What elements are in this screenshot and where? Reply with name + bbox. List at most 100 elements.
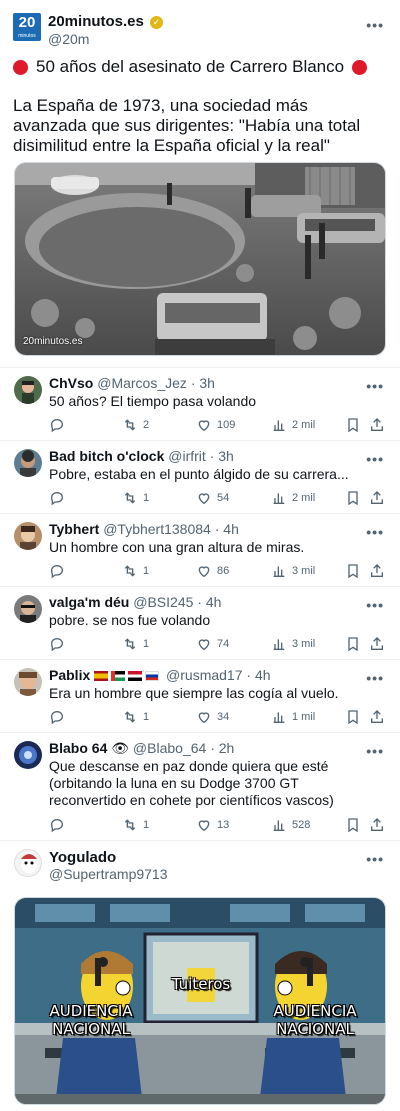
avatar[interactable] [14,522,42,550]
repost-button[interactable]: 1 [122,636,149,652]
like-button[interactable]: 109 [196,417,235,433]
views-button[interactable]: 3 mil [271,563,315,579]
reply-more-icon[interactable]: ••• [366,851,384,867]
reply-button[interactable] [49,417,70,433]
avatar[interactable] [14,741,42,769]
reply-handle-line[interactable]: @Supertramp9713 [49,866,168,882]
reply-2[interactable]: Bad bitch o'clock @irfrit · 3h ••• Pobre… [0,440,400,513]
bookmark-button[interactable] [345,709,361,725]
reply-text: Un hombre con una gran altura de miras. [49,539,305,555]
reply-author[interactable]: Blabo 64 👁 @Blabo_64 · 2h [49,740,234,757]
reply-handle[interactable]: @irfrit [168,448,206,464]
reply-time[interactable]: 3h [218,448,234,464]
like-button[interactable]: 86 [196,563,229,579]
20minutos-logo[interactable]: 20 minutos [13,13,41,41]
reply-author[interactable]: Pablix @rusmad17 · 4h [49,667,271,683]
avatar[interactable] [14,849,42,877]
reply-name[interactable]: Yogulado [49,849,116,866]
post-author[interactable]: 20minutos.es ✓ [48,13,164,30]
reply-button[interactable] [49,817,70,833]
reply-6[interactable]: Blabo 64 👁 @Blabo_64 · 2h ••• Que descan… [0,732,400,840]
share-button[interactable] [369,636,385,652]
post-lead-text: La España de 1973, una sociedad más avan… [13,96,361,155]
reply-handle[interactable]: @Blabo_64 [133,740,206,756]
share-button[interactable] [369,490,385,506]
repost-button[interactable]: 2 [122,417,149,433]
reply-time[interactable]: 4h [223,521,239,537]
bookmark-button[interactable] [345,636,361,652]
share-button[interactable] [369,709,385,725]
reply-handle[interactable]: @BSI245 [133,594,193,610]
reply-5[interactable]: Pablix @rusmad17 · 4h ••• Era un hombre … [0,659,400,732]
reply-more-icon[interactable]: ••• [366,524,384,540]
share-button[interactable] [369,417,385,433]
reply-handle[interactable]: @rusmad17 [166,667,242,683]
reply-more-icon[interactable]: ••• [366,597,384,613]
reply-button[interactable] [49,709,70,725]
reply-button[interactable] [49,636,70,652]
avatar[interactable] [14,595,42,623]
comment-icon [50,637,64,652]
reply-name[interactable]: Blabo 64 [49,740,107,756]
views-button[interactable]: 1 mil [271,709,315,725]
reply-author[interactable]: ChVso @Marcos_Jez · 3h [49,375,215,391]
reply-button[interactable] [49,563,70,579]
bookmark-button[interactable] [345,490,361,506]
reply-time[interactable]: 2h [219,740,235,756]
reply-actions: 1 74 3 mil [49,636,389,654]
share-button[interactable] [369,563,385,579]
avatar[interactable] [14,668,42,696]
reply-time[interactable]: 4h [206,594,222,610]
views-button[interactable]: 2 mil [271,417,315,433]
repost-button[interactable]: 1 [122,709,149,725]
reply-name[interactable]: ChVso [49,375,93,391]
reply-more-icon[interactable]: ••• [366,378,384,394]
reply-handle[interactable]: @Supertramp9713 [49,866,168,882]
avatar[interactable] [14,376,42,404]
bookmark-icon [348,564,358,579]
share-icon [371,491,383,504]
reply-button[interactable] [49,490,70,506]
reply-time[interactable]: 4h [255,667,271,683]
repost-button[interactable]: 1 [122,490,149,506]
reply-name[interactable]: Tybhert [49,521,99,537]
views-button[interactable]: 2 mil [271,490,315,506]
meme-image[interactable]: AUDIENCIA NACIONAL Tuiteros AUDIENCIA NA… [14,897,386,1105]
russia-flag-icon [145,671,160,681]
reply-author[interactable]: Yogulado [49,849,116,866]
reply-more-icon[interactable]: ••• [366,743,384,759]
reply-author[interactable]: Tybhert @Tybhert138084 · 4h [49,521,239,537]
reply-author[interactable]: Bad bitch o'clock @irfrit · 3h [49,448,234,464]
views-button[interactable]: 3 mil [271,636,315,652]
like-button[interactable]: 34 [196,709,229,725]
post-author-name[interactable]: 20minutos.es [48,13,144,30]
repost-count: 1 [143,565,150,577]
reply-name[interactable]: Pablix [49,667,90,683]
post-photo[interactable]: 20minutos.es [14,162,386,356]
like-button[interactable]: 74 [196,636,229,652]
reply-handle[interactable]: @Tybhert138084 [103,521,211,537]
views-button[interactable]: 528 [271,817,310,833]
syria-flag-icon [128,671,143,681]
reply-time[interactable]: 3h [199,375,215,391]
post-more-icon[interactable]: ••• [366,17,384,33]
bookmark-button[interactable] [345,563,361,579]
reply-more-icon[interactable]: ••• [366,451,384,467]
post-handle[interactable]: @20m [48,31,89,47]
reply-name[interactable]: Bad bitch o'clock [49,448,164,464]
like-button[interactable]: 13 [196,817,229,833]
repost-button[interactable]: 1 [122,563,149,579]
reply-3[interactable]: Tybhert @Tybhert138084 · 4h ••• Un hombr… [0,513,400,586]
reply-more-icon[interactable]: ••• [366,670,384,686]
reply-1[interactable]: ChVso @Marcos_Jez · 3h ••• 50 años? El t… [0,367,400,440]
bookmark-button[interactable] [345,417,361,433]
repost-button[interactable]: 1 [122,817,149,833]
bookmark-button[interactable] [345,817,361,833]
reply-author[interactable]: valga'm déu @BSI245 · 4h [49,594,221,610]
reply-handle[interactable]: @Marcos_Jez [97,375,187,391]
share-button[interactable] [369,817,385,833]
avatar[interactable] [14,449,42,477]
like-button[interactable]: 54 [196,490,229,506]
reply-name[interactable]: valga'm déu [49,594,129,610]
reply-4[interactable]: valga'm déu @BSI245 · 4h ••• pobre. se n… [0,586,400,659]
